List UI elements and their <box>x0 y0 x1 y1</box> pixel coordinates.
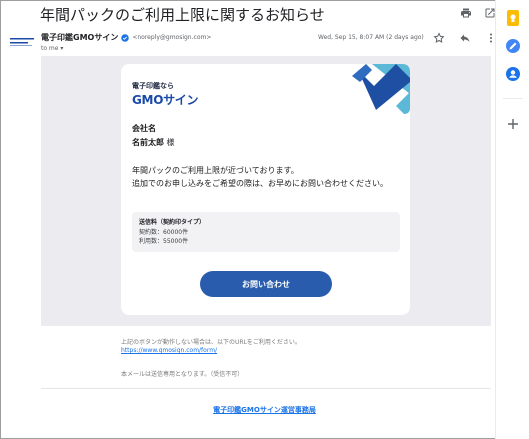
sender-name[interactable]: 電子印鑑GMOサイン <box>41 32 118 43</box>
contract-count: 契約数：60000件 <box>139 229 189 236</box>
contact-form-link[interactable]: https://www.gmosign.com/form/ <box>121 347 217 354</box>
message-actions <box>432 31 498 45</box>
verified-icon <box>121 33 130 42</box>
footer-divider <box>41 388 491 389</box>
tasks-icon[interactable] <box>503 36 523 56</box>
honorific: 様 <box>164 138 175 147</box>
recipient-name: 名前太郎 様 <box>132 137 175 148</box>
email-date: Wed, Sep 15, 8:07 AM (2 days ago) <box>318 34 424 41</box>
notice-body: 年間パックのご利用上限が近づいております。 追加でのお申し込みをご希望の際は、お… <box>132 164 404 190</box>
brand-logo-text: GMOサイン <box>132 93 199 107</box>
subject-toolbar <box>459 6 497 20</box>
contacts-icon[interactable] <box>503 64 523 84</box>
send-only-note: 本メールは送信専用となります。（受信不可） <box>121 371 244 378</box>
contact-us-button[interactable]: お問い合わせ <box>200 271 332 297</box>
usage-title: 送信料（契約印タイプ） <box>139 219 206 226</box>
email-subject: 年間パックのご利用上限に関するお知らせ <box>40 6 325 24</box>
plus-icon[interactable] <box>503 114 523 134</box>
gmo-sign-mark-icon <box>352 64 410 114</box>
sender-line: 電子印鑑GMOサイン <noreply@gmosign.com> <box>41 32 211 43</box>
notice-line-1: 年間パックのご利用上限が近づいております。 <box>132 166 299 175</box>
print-icon[interactable] <box>459 6 473 20</box>
side-panel <box>495 0 529 439</box>
more-vert-icon[interactable] <box>484 31 498 45</box>
support-office-link[interactable]: 電子印鑑GMOサイン運営事務局 <box>0 405 529 415</box>
company-name: 会社名 <box>132 124 156 133</box>
notice-card: 電子印鑑なら GMOサイン 会社名 名前太郎 様 年間パックのご利用上限が近づい… <box>121 64 410 315</box>
keep-icon[interactable] <box>503 8 523 28</box>
brand-tagline: 電子印鑑なら <box>132 82 174 90</box>
sender-logo-icon <box>10 38 34 46</box>
star-icon[interactable] <box>432 31 446 45</box>
sender-email: <noreply@gmosign.com> <box>132 34 212 41</box>
reply-icon[interactable] <box>458 31 472 45</box>
usage-count: 利用数：55000件 <box>139 238 189 245</box>
notice-line-2: 追加でのお申し込みをご希望の際は、お早めにお問い合わせください。 <box>132 179 388 188</box>
fallback-note: 上記のボタンが動作しない場合は、以下のURLをご利用ください。 <box>121 339 301 346</box>
person-name: 名前太郎 <box>132 138 164 147</box>
usage-info-box: 送信料（契約印タイプ） 契約数：60000件 利用数：55000件 <box>132 212 400 252</box>
recipient-dropdown[interactable]: to me ▾ <box>41 45 63 52</box>
